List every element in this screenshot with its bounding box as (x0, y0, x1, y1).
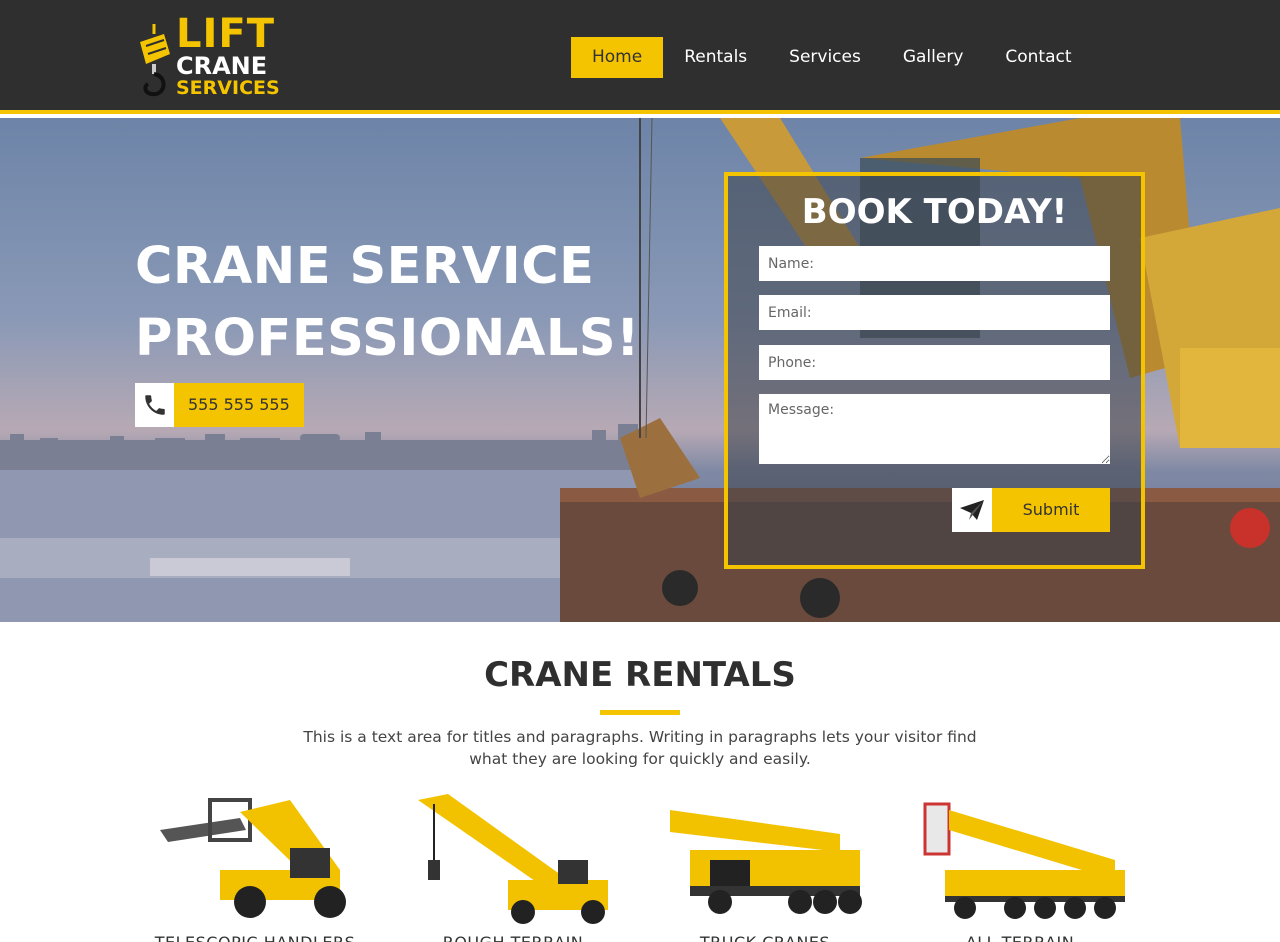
nav-gallery[interactable]: Gallery (882, 37, 985, 78)
all-terrain-crane-image (923, 802, 1125, 919)
rental-item-label: ALL TERRAIN (905, 933, 1135, 942)
paper-plane-icon (952, 488, 992, 532)
hero-headline-line-2: PROFESSIONALS! (135, 309, 640, 368)
submit-label: Submit (992, 488, 1110, 532)
rental-item-telescopic-handlers[interactable]: TELESCOPIC HANDLERS (140, 790, 370, 942)
truck-crane-image (670, 810, 862, 914)
phone-field[interactable] (759, 345, 1110, 380)
rough-terrain-crane-image (418, 794, 608, 924)
email-field[interactable] (759, 295, 1110, 330)
nav-home[interactable]: Home (571, 37, 664, 78)
brand-logo[interactable]: LIFT CRANE SERVICES (134, 14, 284, 102)
hero-headline: CRANE SERVICE PROFESSIONALS! (135, 231, 640, 375)
rental-item-label: ROUGH TERRAIN (398, 933, 628, 942)
brand-line-2: CRANE (176, 52, 268, 80)
message-field[interactable] (759, 394, 1110, 464)
telescopic-handler-image (160, 798, 346, 918)
nav-contact[interactable]: Contact (984, 37, 1092, 78)
nav-services[interactable]: Services (768, 37, 882, 78)
booking-form: BOOK TODAY! Submit (724, 172, 1145, 569)
submit-button[interactable]: Submit (952, 488, 1110, 532)
hero-headline-line-1: CRANE SERVICE (135, 237, 595, 296)
crane-hook-icon (140, 24, 170, 97)
title-divider (600, 710, 680, 715)
name-field[interactable] (759, 246, 1110, 281)
rental-item-label: TELESCOPIC HANDLERS (140, 933, 370, 942)
main-nav: Home Rentals Services Gallery Contact (571, 37, 1093, 78)
rental-item-all-terrain[interactable]: ALL TERRAIN (905, 790, 1135, 942)
rentals-title: CRANE RENTALS (484, 655, 796, 695)
site-header: LIFT CRANE SERVICES Home Rentals Service… (0, 0, 1280, 114)
booking-title: BOOK TODAY! (801, 192, 1068, 232)
phone-icon (135, 383, 174, 427)
rental-item-label: TRUCK CRANES (650, 933, 880, 942)
nav-rentals[interactable]: Rentals (663, 37, 768, 78)
hero-section: CRANE SERVICE PROFESSIONALS! 555 555 555… (0, 118, 1280, 622)
rental-item-truck-cranes[interactable]: TRUCK CRANES (650, 790, 880, 942)
brand-line-1: LIFT (176, 11, 275, 57)
brand-line-3: SERVICES (176, 77, 280, 99)
phone-number: 555 555 555 (174, 383, 304, 427)
rental-item-rough-terrain[interactable]: ROUGH TERRAIN (398, 790, 628, 942)
phone-cta[interactable]: 555 555 555 (135, 383, 304, 427)
rentals-description: This is a text area for titles and parag… (303, 728, 977, 768)
